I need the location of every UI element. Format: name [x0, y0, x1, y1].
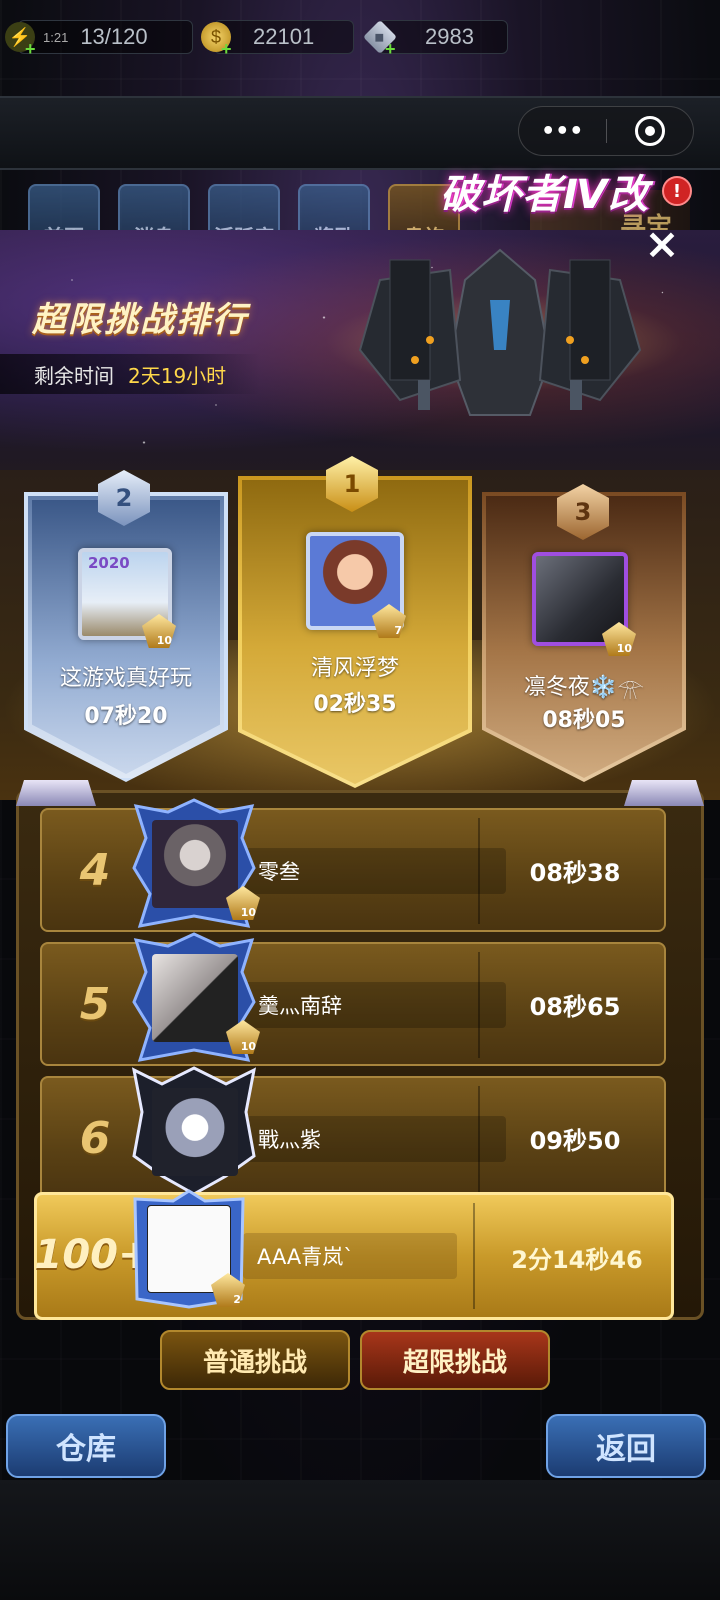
add-energy-icon[interactable]: + — [25, 39, 36, 60]
podium-time-3: 08秒05 — [542, 708, 626, 733]
frame-cap-right — [624, 780, 704, 806]
row-divider — [478, 1086, 480, 1192]
banner-title: 超限挑战排行 — [32, 300, 248, 340]
remaining-time: 剩余时间 2天19小时 — [0, 354, 260, 394]
player-avatar[interactable]: 10 — [130, 932, 260, 1064]
ship-name: 破坏者Ⅳ改 — [440, 172, 649, 218]
avatar-portrait — [152, 1088, 238, 1176]
close-program-button[interactable] — [607, 116, 694, 146]
energy-counter[interactable]: ⚡ + 1:21 13/120 — [5, 20, 193, 59]
podium-card-1[interactable] — [238, 476, 472, 788]
back-button[interactable]: 返回 — [546, 1414, 706, 1478]
ranking-row[interactable]: 5 羹灬南辞 08秒65 10 — [40, 932, 666, 1066]
avatar-year-tag: 2020 — [88, 554, 130, 572]
spaceship-image — [358, 248, 642, 416]
player-avatar[interactable] — [130, 1066, 258, 1198]
ranking-row[interactable]: 4 零叁 08秒38 10 — [40, 798, 666, 932]
remaining-time-label: 剩余时间 — [34, 363, 114, 388]
add-gem-icon[interactable]: + — [385, 39, 396, 60]
alert-badge: ! — [662, 176, 692, 206]
normal-challenge-button[interactable]: 普通挑战 — [160, 1330, 350, 1390]
more-menu-button[interactable]: ••• — [519, 119, 606, 144]
player-avatar[interactable]: 10 — [130, 798, 260, 930]
podium-time-2: 07秒20 — [84, 704, 168, 729]
row-player-name: 零叁 — [242, 848, 506, 894]
row-player-name: 羹灬南辞 — [242, 982, 506, 1028]
extreme-challenge-button[interactable]: 超限挑战 — [360, 1330, 550, 1390]
row-divider — [478, 818, 480, 924]
row-time: 08秒65 — [529, 992, 621, 1021]
row-divider — [478, 952, 480, 1058]
podium-time-1: 02秒35 — [313, 692, 397, 717]
row-time: 09秒50 — [529, 1126, 621, 1155]
my-time: 2分14秒46 — [511, 1245, 643, 1274]
gem-value: 2983 — [425, 24, 474, 49]
row-time: 08秒38 — [529, 858, 621, 887]
close-button[interactable]: × — [642, 223, 682, 265]
row-divider — [473, 1203, 475, 1309]
energy-value: 13/120 — [80, 24, 148, 49]
podium-name-3: 凛冬夜❄️𓁿 — [523, 675, 645, 700]
gold-counter[interactable]: $ + 22101 — [201, 20, 354, 59]
avatar-portrait — [152, 954, 238, 1042]
gold-value: 22101 — [253, 24, 315, 49]
my-ranking-row[interactable]: 100+ AAA青岚` 2分14秒46 2 — [34, 1189, 674, 1320]
remaining-time-value: 2天19小时 — [128, 363, 227, 388]
ranking-row[interactable]: 6 戰灬紫 09秒50 — [40, 1066, 666, 1200]
podium-name-1: 清风浮梦 — [310, 656, 399, 681]
player-avatar[interactable]: 2 — [131, 1189, 247, 1309]
target-icon — [634, 116, 665, 146]
frame-cap-left — [16, 780, 96, 806]
energy-timer: 1:21 — [43, 29, 69, 45]
mini-program-capsule: ••• — [518, 106, 694, 156]
warehouse-button[interactable]: 仓库 — [6, 1414, 166, 1478]
avatar-portrait — [152, 820, 238, 908]
ranking-banner: 超限挑战排行 剩余时间 2天19小时 — [0, 230, 720, 480]
podium-name-2: 这游戏真好玩 — [59, 666, 192, 691]
challenge-tabs: 普通挑战 超限挑战 — [160, 1330, 560, 1390]
add-gold-icon[interactable]: + — [221, 39, 232, 60]
floor-panel — [0, 1480, 720, 1600]
my-player-name: AAA青岚` — [243, 1233, 457, 1279]
gem-counter[interactable]: ◆ + 2983 — [363, 20, 508, 59]
row-player-name: 戰灬紫 — [242, 1116, 506, 1162]
